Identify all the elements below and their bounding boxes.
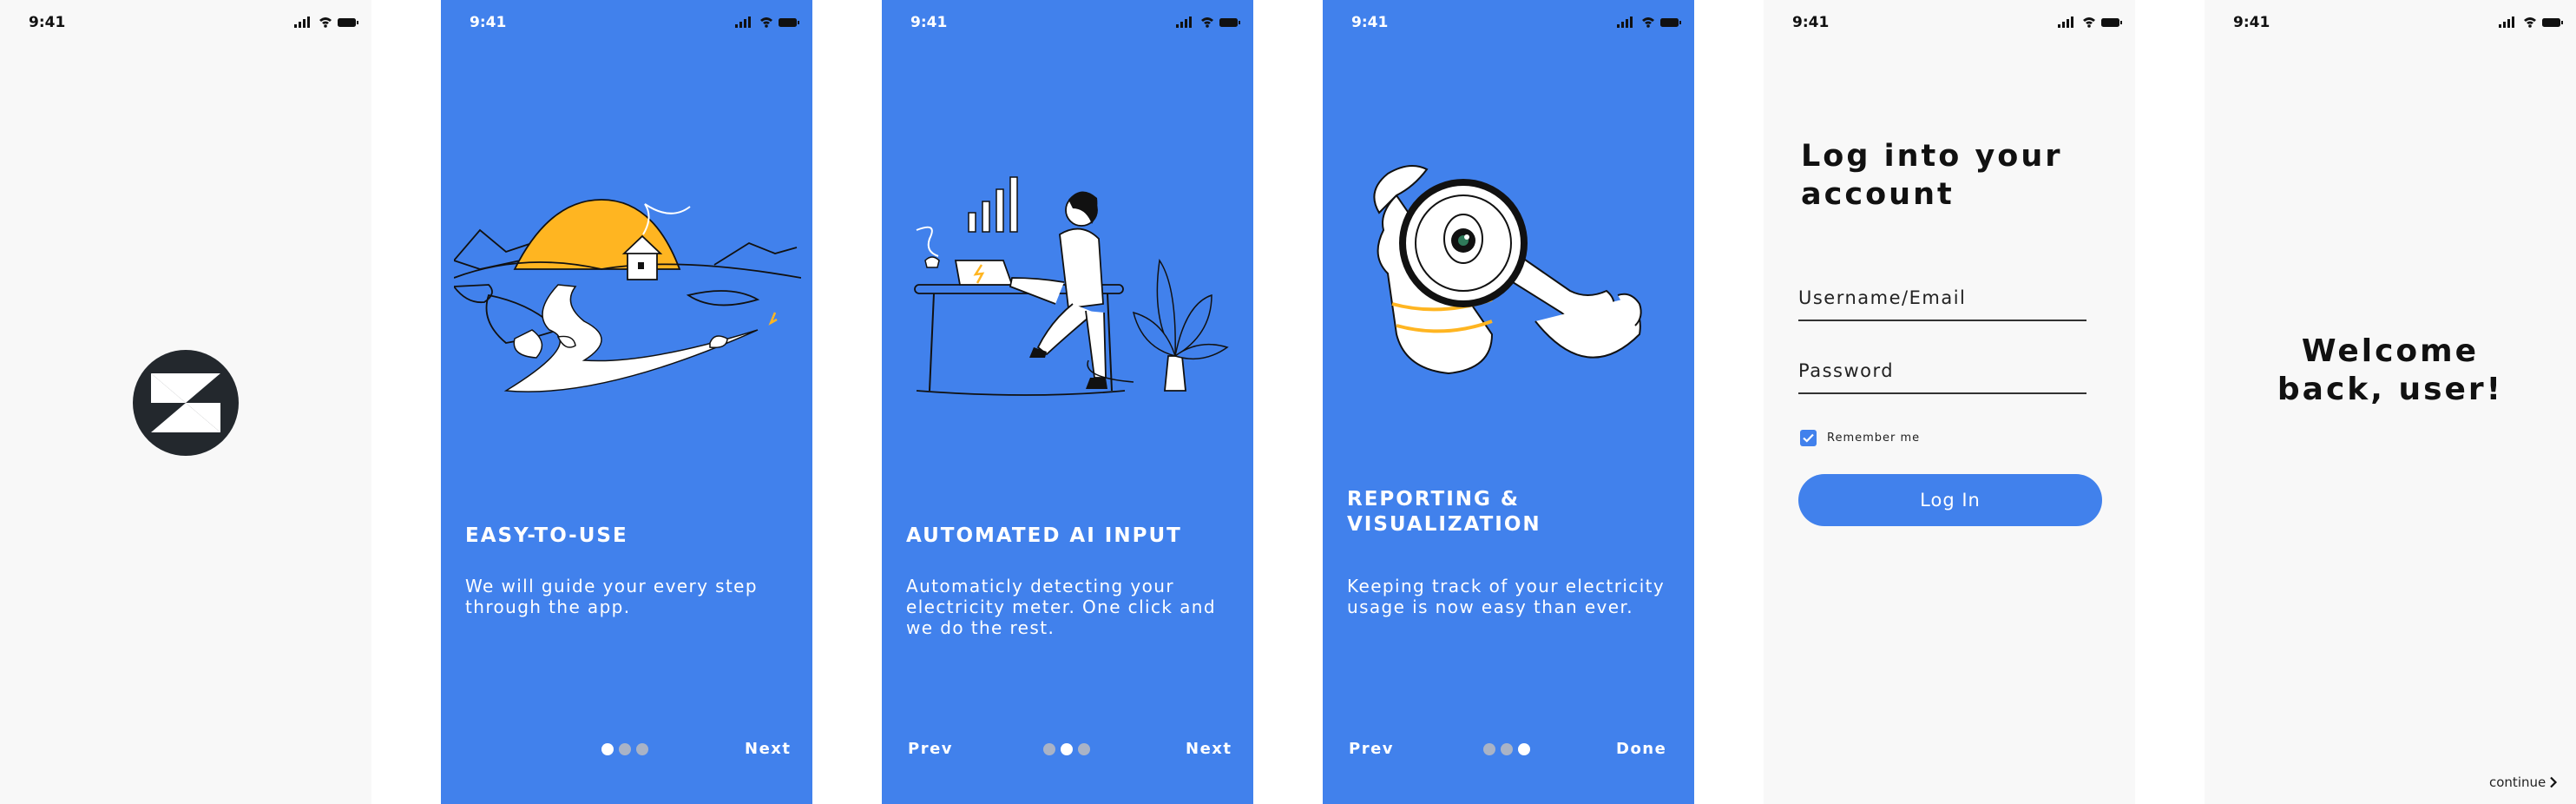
app-logo <box>133 350 239 456</box>
status-icons <box>735 16 800 32</box>
page-dot-1 <box>1483 743 1495 755</box>
signal-wifi-battery-icon <box>2058 16 2122 28</box>
onboarding-description: Automaticly detecting your electricity m… <box>906 576 1216 638</box>
password-input[interactable] <box>1798 349 2086 392</box>
chevron-right-icon <box>2550 776 2558 788</box>
signal-wifi-battery-icon <box>294 16 358 28</box>
page-dot-3 <box>1078 743 1090 755</box>
login-screen: 9:41 Log into your account Remember me L… <box>1764 0 2135 804</box>
status-time: 9:41 <box>29 14 66 31</box>
person-laptop-illustration <box>914 176 1229 396</box>
signal-wifi-battery-icon <box>735 16 799 28</box>
next-button[interactable]: Next <box>745 740 792 758</box>
welcome-message: Welcome back, user! <box>2205 333 2576 409</box>
status-time: 9:41 <box>910 14 948 31</box>
page-dot-3 <box>1518 743 1530 755</box>
login-title: Log into your account <box>1801 139 2063 212</box>
status-bar: 9:41 <box>1764 12 2135 33</box>
page-dot-1 <box>1043 743 1055 755</box>
status-bar: 9:41 <box>2205 12 2576 33</box>
checkmark-icon <box>1803 433 1814 443</box>
splash-screen: 9:41 <box>0 0 371 804</box>
status-bar: 9:41 <box>0 12 371 33</box>
onboarding-screen-easy: 9:41 EASY-TO-USE We will guide your ever… <box>441 0 812 804</box>
status-icons <box>294 16 359 32</box>
status-time: 9:41 <box>1792 14 1830 31</box>
signal-wifi-battery-icon <box>2499 16 2563 28</box>
status-icons <box>1176 16 1241 32</box>
welcome-text: Welcome back, user! <box>2277 333 2504 407</box>
page-indicator <box>1043 743 1090 755</box>
prev-button[interactable]: Prev <box>908 740 953 758</box>
landscape-illustration <box>454 199 801 392</box>
onboarding-description: Keeping track of your electricity usage … <box>1347 576 1666 617</box>
status-bar: 9:41 <box>1323 12 1694 33</box>
username-input[interactable] <box>1798 276 2086 320</box>
welcome-screen: 9:41 Welcome back, user! <box>2205 0 2576 804</box>
onboarding-title: REPORTING & VISUALIZATION <box>1347 488 1541 536</box>
page-dot-1 <box>601 743 614 755</box>
signal-wifi-battery-icon <box>1617 16 1681 28</box>
signal-wifi-battery-icon <box>1176 16 1240 28</box>
password-field <box>1798 349 2086 394</box>
status-bar: 9:41 <box>882 12 1253 33</box>
status-icons <box>2058 16 2123 32</box>
done-button[interactable]: Done <box>1616 740 1666 758</box>
status-time: 9:41 <box>1351 14 1389 31</box>
onboarding-title: EASY-TO-USE <box>465 524 628 547</box>
magnifying-glass-illustration <box>1373 165 1642 375</box>
page-dot-2 <box>1501 743 1513 755</box>
onboarding-screen-ai: 9:41 AUTOMATED AI INPUT Automaticly dete… <box>882 0 1253 804</box>
page-dot-2 <box>619 743 631 755</box>
remember-me-row: Remember me <box>1800 430 1920 446</box>
login-button[interactable]: Log In <box>1798 474 2102 526</box>
onboarding-title: AUTOMATED AI INPUT <box>906 524 1182 547</box>
username-field <box>1798 276 2086 321</box>
status-time: 9:41 <box>2233 14 2270 31</box>
continue-label: continue <box>2489 774 2546 790</box>
page-dot-2 <box>1061 743 1073 755</box>
page-dot-3 <box>636 743 648 755</box>
remember-me-checkbox[interactable] <box>1800 430 1817 446</box>
continue-button[interactable]: continue <box>2489 774 2558 790</box>
status-time: 9:41 <box>470 14 507 31</box>
status-bar: 9:41 <box>441 12 812 33</box>
remember-me-label: Remember me <box>1827 432 1921 445</box>
prev-button[interactable]: Prev <box>1349 740 1394 758</box>
onboarding-screen-reporting: 9:41 REPORTING & VISUALIZATION Keeping t… <box>1323 0 1694 804</box>
status-icons <box>2499 16 2564 32</box>
page-indicator <box>601 743 648 755</box>
next-button[interactable]: Next <box>1186 740 1232 758</box>
status-icons <box>1617 16 1682 32</box>
onboarding-description: We will guide your every step through th… <box>465 576 758 617</box>
page-indicator <box>1483 743 1530 755</box>
